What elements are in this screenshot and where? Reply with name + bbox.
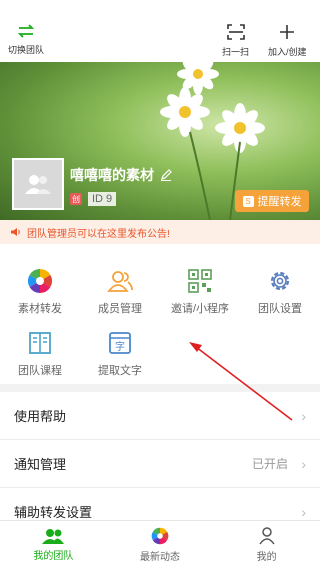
scan-label: 扫一扫 — [222, 47, 250, 57]
speaker-icon — [11, 228, 20, 236]
remind-forward-label: 提醒转发 — [257, 196, 302, 208]
grid-item-team-course[interactable]: 团队课程 — [0, 330, 80, 378]
nav-my-team[interactable]: 我的团队 — [0, 521, 107, 568]
chevron-right-icon: › — [301, 455, 306, 472]
nav-label: 最新动态 — [140, 551, 180, 563]
color-wheel-icon — [27, 269, 53, 293]
members-icon — [107, 271, 133, 292]
grid-label: 成员管理 — [98, 303, 142, 315]
team-id-text: ID 9 — [88, 192, 117, 206]
book-icon — [29, 332, 51, 354]
qr-code-icon — [188, 269, 212, 293]
list-item-help[interactable]: 使用帮助 › — [0, 392, 320, 440]
text-extract-glyph: 字 — [115, 340, 125, 353]
switch-arrows-icon — [17, 24, 35, 38]
grid-label: 邀请/小程序 — [170, 303, 230, 315]
grid-item-material-forward[interactable]: 素材转发 — [0, 268, 80, 316]
join-create-label: 加入/创建 — [268, 47, 307, 57]
chevron-right-icon: › — [301, 407, 306, 424]
grid-item-team-settings[interactable]: 团队设置 — [240, 268, 320, 316]
feature-grid: 素材转发 成员管理 邀请/小程序 团队设置 团队课程 字 提取文字 — [0, 244, 320, 384]
grid-item-invite[interactable]: 邀请/小程序 — [160, 268, 240, 316]
switch-team-button[interactable]: 切换团队 — [8, 24, 44, 56]
team-avatar[interactable] — [12, 158, 64, 210]
nav-me[interactable]: 我的 — [213, 521, 320, 568]
chevron-right-icon: › — [301, 503, 306, 520]
list-item-label: 使用帮助 — [14, 409, 67, 424]
gear-icon — [270, 271, 290, 291]
team-icon — [42, 528, 65, 544]
scan-icon — [226, 24, 245, 40]
people-icon — [25, 175, 51, 194]
edit-pencil-icon[interactable] — [160, 169, 172, 181]
list-item-label: 通知管理 — [14, 457, 67, 472]
team-name-text: 嘻嘻嘻的素材 — [70, 167, 154, 183]
top-bar: 切换团队 扫一扫 加入/创建 — [0, 0, 320, 62]
list-item-notifications[interactable]: 通知管理 已开启 › — [0, 440, 320, 488]
creator-badge: 创 — [70, 193, 82, 205]
settings-list: 使用帮助 › 通知管理 已开启 › 辅助转发设置 › — [0, 392, 320, 536]
join-create-button[interactable]: 加入/创建 — [268, 24, 307, 58]
scan-button[interactable]: 扫一扫 — [222, 24, 249, 58]
remind-forward-button[interactable]: S 提醒转发 — [235, 190, 309, 212]
nav-latest[interactable]: 最新动态 — [107, 521, 214, 568]
person-icon — [259, 526, 275, 544]
remind-icon: S — [242, 195, 254, 207]
nav-label: 我的团队 — [33, 550, 74, 562]
color-wheel-icon — [151, 527, 169, 544]
announcement-bar[interactable]: 团队管理员可以在这里发布公告! — [0, 220, 320, 244]
nav-label: 我的 — [256, 551, 277, 563]
list-item-label: 辅助转发设置 — [14, 505, 93, 520]
notification-status: 已开启 — [251, 457, 288, 471]
plus-icon — [280, 25, 295, 39]
grid-item-member-management[interactable]: 成员管理 — [80, 268, 160, 316]
team-name: 嘻嘻嘻的素材 — [70, 165, 172, 185]
switch-team-label: 切换团队 — [8, 45, 45, 55]
grid-label: 素材转发 — [18, 303, 62, 315]
text-extract-icon: 字 — [109, 332, 131, 354]
team-id-row: 创 ID 9 — [70, 192, 117, 206]
announcement-text: 团队管理员可以在这里发布公告! — [27, 228, 170, 240]
grid-item-extract-text[interactable]: 字 提取文字 — [80, 330, 160, 378]
grid-label: 提取文字 — [98, 365, 142, 377]
bottom-nav: 我的团队 最新动态 我的 — [0, 520, 320, 568]
grid-label: 团队课程 — [18, 365, 62, 377]
grid-label: 团队设置 — [258, 303, 302, 315]
